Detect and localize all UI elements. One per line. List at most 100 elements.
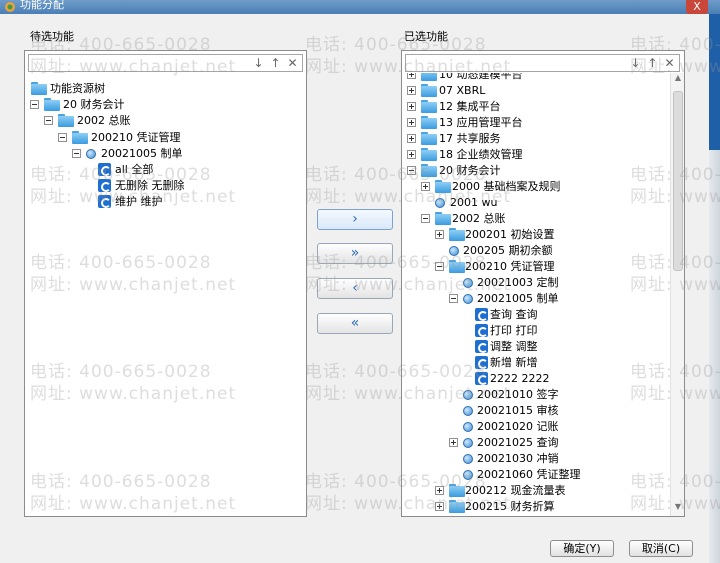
left-search-input[interactable]: [31, 56, 249, 70]
tree-node[interactable]: 20021010 签字: [402, 387, 670, 403]
collapse-icon[interactable]: [421, 214, 430, 223]
expand-icon[interactable]: [435, 502, 444, 511]
tree-node[interactable]: 200215 财务折算: [402, 499, 670, 515]
dot-icon: [463, 406, 473, 416]
window-title: 功能分配: [20, 0, 64, 11]
function-icon: [475, 308, 488, 321]
tree-node[interactable]: 2000 基础档案及规则: [402, 179, 670, 195]
tree-node[interactable]: 新增 新增: [402, 355, 670, 371]
tree-node-label: 2222 2222: [490, 372, 550, 385]
collapse-icon[interactable]: [58, 132, 67, 142]
search-down-icon[interactable]: ↓: [251, 56, 266, 70]
dot-icon: [463, 390, 473, 400]
expand-icon[interactable]: [435, 230, 444, 239]
expand-icon[interactable]: [407, 134, 416, 143]
search-up-icon[interactable]: ↑: [645, 56, 660, 70]
scroll-up-icon[interactable]: ▲: [671, 73, 685, 87]
tree-node[interactable]: 10 动态建模平台: [402, 73, 670, 83]
selected-functions-panel: ↓ ↑ ✕ 10 动态建模平台 07 XBRL 12 集成平台 13 应用管理平台 17…: [401, 50, 685, 517]
tree-node[interactable]: 打印 打印: [402, 323, 670, 339]
tree-node[interactable]: 2222 2222: [402, 371, 670, 387]
collapse-icon[interactable]: [449, 294, 458, 303]
folder-icon: [421, 84, 437, 97]
tree-node[interactable]: 200210 凭证管理: [25, 130, 306, 146]
collapse-icon[interactable]: [407, 166, 416, 175]
tree-node-label: 20021003 定制: [477, 276, 559, 289]
tree-node[interactable]: 无删除 无删除: [25, 178, 306, 194]
function-icon: [98, 163, 111, 176]
tree-node[interactable]: 查询 查询: [402, 307, 670, 323]
tree-node[interactable]: 18 企业绩效管理: [402, 147, 670, 163]
tree-node[interactable]: 13 应用管理平台: [402, 115, 670, 131]
tree-node-label: 调整 调整: [490, 340, 538, 353]
tree-node-label: 17 共享服务: [439, 132, 501, 145]
add-selected-button[interactable]: ›: [317, 209, 393, 230]
tree-node[interactable]: 17 共享服务: [402, 131, 670, 147]
tree-node[interactable]: 20 财务会计: [402, 163, 670, 179]
function-icon: [475, 372, 488, 385]
close-button[interactable]: X: [686, 0, 708, 14]
folder-icon: [421, 132, 437, 145]
tree-node[interactable]: 200210 凭证管理: [402, 259, 670, 275]
expand-icon[interactable]: [407, 150, 416, 159]
tree-node[interactable]: 2001 wu: [402, 195, 670, 211]
tree-node-label: 新增 新增: [490, 356, 538, 369]
folder-icon: [421, 148, 437, 161]
ok-button[interactable]: 确定(Y): [550, 540, 614, 557]
clear-search-icon[interactable]: ✕: [285, 56, 300, 70]
clear-search-icon[interactable]: ✕: [662, 56, 677, 70]
tree-node[interactable]: 20021005 制单: [25, 146, 306, 162]
tree-node[interactable]: 20021020 记账: [402, 419, 670, 435]
cancel-button[interactable]: 取消(C): [629, 540, 693, 557]
add-all-button[interactable]: »: [317, 243, 393, 264]
right-search-box: ↓ ↑ ✕: [405, 54, 680, 72]
expand-icon[interactable]: [449, 438, 458, 447]
tree-node[interactable]: 200205 期初余额: [402, 243, 670, 259]
expand-icon[interactable]: [407, 118, 416, 127]
search-up-icon[interactable]: ↑: [268, 56, 283, 70]
tree-node[interactable]: 20021015 审核: [402, 403, 670, 419]
expand-icon[interactable]: [407, 102, 416, 111]
tree-node[interactable]: 2002 总账: [25, 113, 306, 129]
tree-node-label: 13 应用管理平台: [439, 116, 523, 129]
app-logo-icon: [5, 2, 15, 12]
expand-icon[interactable]: [435, 486, 444, 495]
tree-node[interactable]: 20021060 凭证整理: [402, 467, 670, 483]
tree-node[interactable]: 200201 初始设置: [402, 227, 670, 243]
remove-all-button[interactable]: «: [317, 313, 393, 334]
expand-icon[interactable]: [407, 73, 416, 79]
dot-icon: [463, 278, 473, 288]
folder-icon: [449, 260, 465, 273]
tree-node-label: 200210 凭证管理: [465, 260, 555, 273]
scroll-down-icon[interactable]: ▼: [671, 502, 685, 516]
scrollbar-thumb[interactable]: [673, 91, 683, 271]
tree-node-label: 20021060 凭证整理: [477, 468, 581, 481]
tree-node[interactable]: 12 集成平台: [402, 99, 670, 115]
collapse-icon[interactable]: [72, 148, 81, 158]
tree-node[interactable]: all 全部: [25, 162, 306, 178]
tree-node[interactable]: 20 财务会计: [25, 97, 306, 113]
tree-node-label: 18 企业绩效管理: [439, 148, 523, 161]
tree-node[interactable]: 功能资源树: [25, 81, 306, 97]
tree-node-label: 20 财务会计: [439, 164, 501, 177]
tree-node[interactable]: 调整 调整: [402, 339, 670, 355]
tree-node-label: 2000 基础档案及规则: [452, 180, 561, 193]
search-down-icon[interactable]: ↓: [628, 56, 643, 70]
tree-node[interactable]: 20021003 定制: [402, 275, 670, 291]
collapse-icon[interactable]: [30, 100, 39, 110]
collapse-icon[interactable]: [435, 262, 444, 271]
remove-selected-button[interactable]: ‹: [317, 278, 393, 299]
folder-icon: [44, 98, 60, 112]
tree-node[interactable]: 20021025 查询: [402, 435, 670, 451]
expand-icon[interactable]: [407, 86, 416, 95]
tree-node[interactable]: 07 XBRL: [402, 83, 670, 99]
tree-node[interactable]: 2002 总账: [402, 211, 670, 227]
expand-icon[interactable]: [421, 182, 430, 191]
tree-node[interactable]: 200212 现金流量表: [402, 483, 670, 499]
tree-node[interactable]: 20021005 制单: [402, 291, 670, 307]
tree-node[interactable]: 维护 维护: [25, 194, 306, 210]
collapse-icon[interactable]: [44, 116, 53, 126]
tree-node[interactable]: 20021030 冲销: [402, 451, 670, 467]
right-search-input[interactable]: [408, 56, 626, 70]
vertical-scrollbar[interactable]: ▲ ▼: [670, 73, 684, 516]
